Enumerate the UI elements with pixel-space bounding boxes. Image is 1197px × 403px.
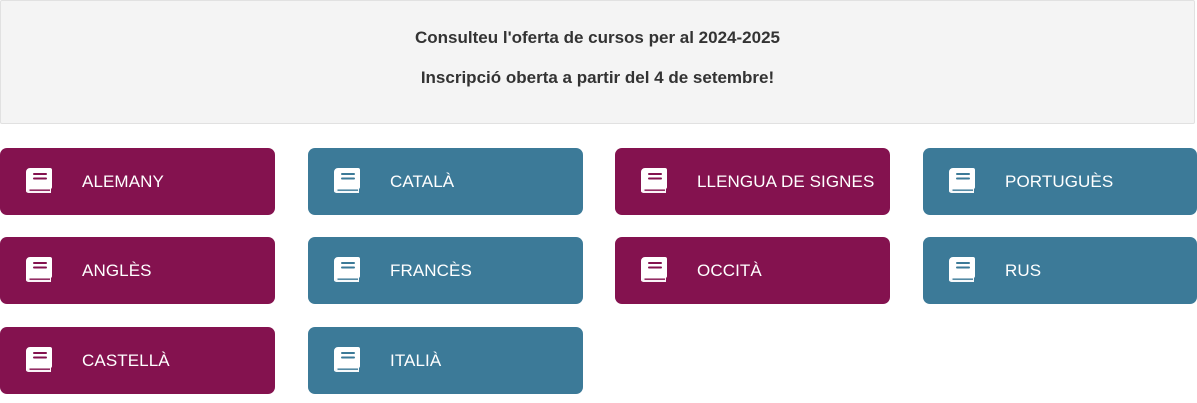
- book-icon: [637, 166, 669, 196]
- course-button-portugues[interactable]: PORTUGUÈS: [923, 148, 1197, 215]
- book-icon: [945, 255, 977, 285]
- book-icon: [945, 166, 977, 196]
- book-icon: [22, 166, 54, 196]
- course-label: ANGLÈS: [82, 261, 152, 280]
- course-button-angles[interactable]: ANGLÈS: [0, 237, 275, 304]
- course-button-rus[interactable]: RUS: [923, 237, 1197, 304]
- notice-enrollment-date: Inscripció oberta a partir del 4 de sete…: [420, 68, 775, 87]
- book-icon: [330, 345, 362, 375]
- course-label: RUS: [1005, 261, 1042, 280]
- book-icon: [330, 166, 362, 196]
- enrollment-notice: Consulteu l'oferta de cursos per al 2024…: [0, 0, 1195, 124]
- course-button-italia[interactable]: ITALIÀ: [308, 327, 583, 394]
- course-label: FRANCÈS: [390, 261, 472, 280]
- course-button-catala[interactable]: CATALÀ: [308, 148, 583, 215]
- course-label: ITALIÀ: [390, 351, 442, 370]
- course-label: ALEMANY: [82, 172, 164, 191]
- course-label: CATALÀ: [390, 172, 455, 191]
- course-label: PORTUGUÈS: [1005, 172, 1114, 191]
- course-label: LLENGUA DE SIGNES: [697, 172, 875, 191]
- course-button-alemany[interactable]: ALEMANY: [0, 148, 275, 215]
- course-button-llengua-de-signes[interactable]: LLENGUA DE SIGNES: [615, 148, 890, 215]
- course-label: CASTELLÀ: [82, 351, 170, 370]
- book-icon: [330, 255, 362, 285]
- book-icon: [22, 345, 54, 375]
- course-button-frances[interactable]: FRANCÈS: [308, 237, 583, 304]
- course-button-castella[interactable]: CASTELLÀ: [0, 327, 275, 394]
- book-icon: [637, 255, 669, 285]
- book-icon: [22, 255, 54, 285]
- course-button-occita[interactable]: OCCITÀ: [615, 237, 890, 304]
- notice-course-offer: Consulteu l'oferta de cursos per al 2024…: [415, 28, 780, 47]
- course-label: OCCITÀ: [697, 261, 762, 280]
